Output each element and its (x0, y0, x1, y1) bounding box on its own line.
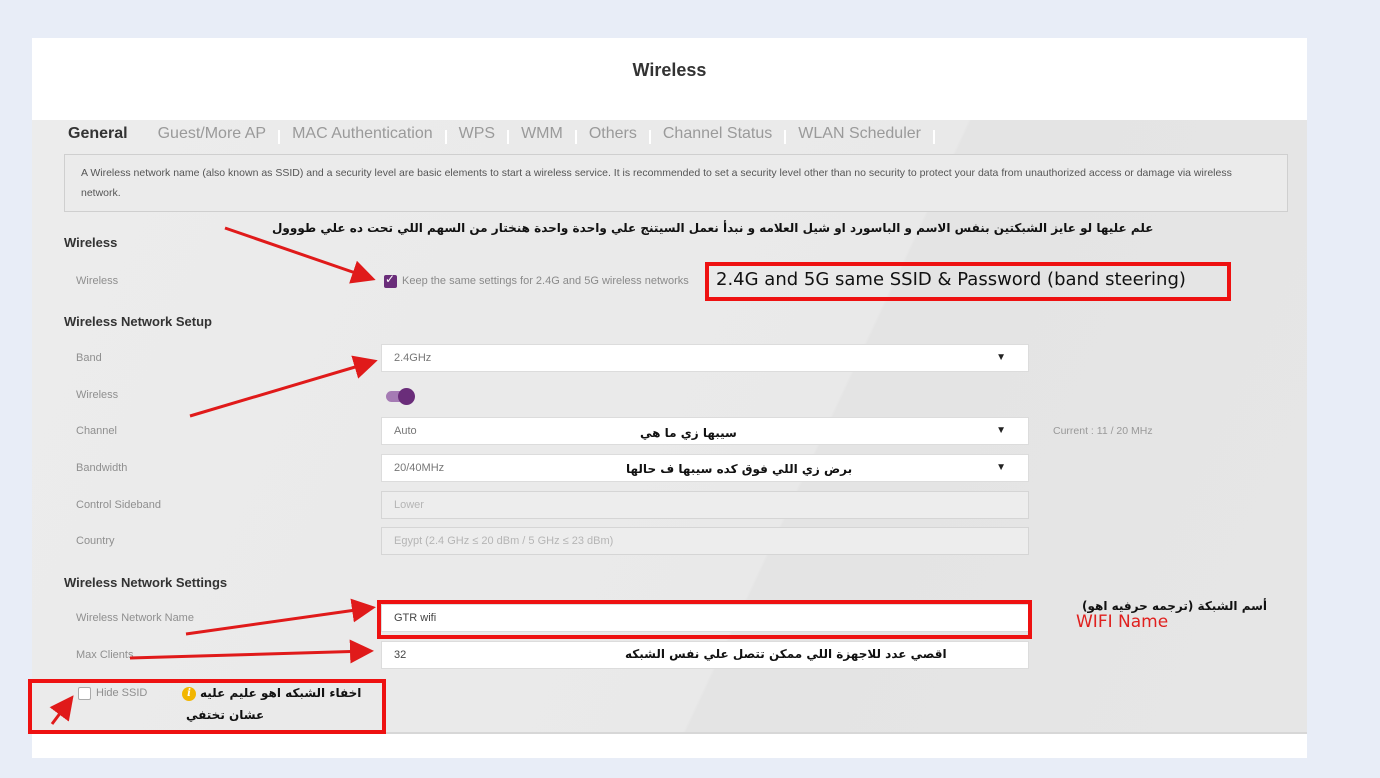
arrow-to-band (189, 355, 378, 418)
arrow-to-network-name (185, 598, 376, 636)
arrow-to-hide-ssid (49, 695, 74, 725)
annotation-arrows (49, 226, 378, 725)
arrow-to-max-clients (129, 639, 374, 664)
arrow-to-same-settings (224, 226, 376, 284)
